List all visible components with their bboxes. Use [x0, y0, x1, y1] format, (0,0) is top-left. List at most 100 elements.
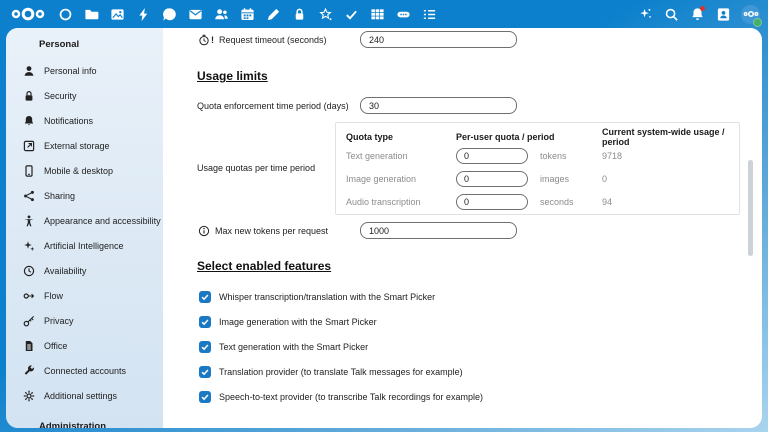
sidebar-item-appearance-accessibility[interactable]: Appearance and accessibility — [6, 208, 163, 233]
tasks-icon[interactable] — [343, 6, 359, 22]
image-generation-checkbox[interactable] — [199, 316, 211, 328]
recognize-star-icon[interactable] — [317, 6, 333, 22]
sidebar-item-connected-accounts[interactable]: Connected accounts — [6, 358, 163, 383]
select-features-heading: Select enabled features — [197, 259, 331, 273]
top-bar-right — [637, 0, 760, 28]
sidebar-item-personal-info[interactable]: Personal info — [6, 58, 163, 83]
sidebar-list: Personal info Security Notifications Ext… — [6, 58, 163, 408]
quota-type-cell: Text generation — [346, 151, 456, 161]
top-bar — [0, 0, 768, 28]
quota-type-cell: Image generation — [346, 174, 456, 184]
sidebar-item-label: Flow — [44, 291, 63, 301]
notification-badge — [700, 6, 705, 11]
sidebar-item-label: Artificial Intelligence — [44, 241, 124, 251]
dashboard-icon[interactable] — [57, 6, 73, 22]
sidebar-section-personal: Personal — [6, 36, 163, 52]
col-quota-type: Quota type — [346, 132, 456, 142]
sidebar-item-artificial-intelligence[interactable]: Artificial Intelligence — [6, 233, 163, 258]
sidebar-item-notifications[interactable]: Notifications — [6, 108, 163, 133]
accessibility-icon — [23, 215, 35, 227]
contacts-menu-icon[interactable] — [715, 6, 731, 22]
sidebar-item-label: Privacy — [44, 316, 74, 326]
sidebar-item-label: Mobile & desktop — [44, 166, 113, 176]
mail-icon[interactable] — [187, 6, 203, 22]
sidebar-item-external-storage[interactable]: External storage — [6, 133, 163, 158]
clock-icon — [23, 265, 35, 277]
max-tokens-label-row: Max new tokens per request — [197, 222, 328, 240]
talk-icon[interactable] — [161, 6, 177, 22]
quota-unit-cell: images — [540, 174, 602, 184]
settings-window: Personal Personal info Security Notifica… — [6, 28, 762, 428]
activity-icon[interactable] — [135, 6, 151, 22]
sidebar-item-availability[interactable]: Availability — [6, 258, 163, 283]
sidebar-item-label: Office — [44, 341, 67, 351]
document-icon — [23, 340, 35, 352]
sidebar-item-additional-settings[interactable]: Additional settings — [6, 383, 163, 408]
key-icon — [23, 315, 35, 327]
table-row: Image generation images 0 — [346, 167, 729, 190]
sidebar-item-flow[interactable]: Flow — [6, 283, 163, 308]
vertical-scrollbar-thumb[interactable] — [748, 160, 753, 256]
sidebar-item-label: Appearance and accessibility — [44, 216, 161, 226]
speech-to-text-checkbox[interactable] — [199, 391, 211, 403]
quota-table-header: Quota type Per-user quota / period Curre… — [346, 127, 729, 144]
quota-table: Quota type Per-user quota / period Curre… — [335, 122, 740, 215]
audio-transcription-quota-input[interactable] — [456, 194, 528, 210]
translation-provider-checkbox[interactable] — [199, 366, 211, 378]
sidebar-item-label: Personal info — [44, 66, 97, 76]
contacts-icon[interactable] — [213, 6, 229, 22]
tables-icon[interactable] — [369, 6, 385, 22]
sidebar-item-label: Security — [44, 91, 77, 101]
external-links-icon[interactable] — [395, 6, 411, 22]
feature-speech-to-text: Speech-to-text provider (to transcribe T… — [199, 390, 483, 404]
files-icon[interactable] — [83, 6, 99, 22]
whisper-checkbox[interactable] — [199, 291, 211, 303]
calendar-icon[interactable] — [239, 6, 255, 22]
sidebar-item-label: Notifications — [44, 116, 93, 126]
sidebar-item-privacy[interactable]: Privacy — [6, 308, 163, 333]
app-menu — [57, 6, 437, 22]
max-tokens-input[interactable] — [360, 222, 517, 239]
status-online-dot — [753, 18, 762, 27]
quota-period-label-row: Quota enforcement time period (days) — [197, 97, 349, 115]
sidebar-item-sharing[interactable]: Sharing — [6, 183, 163, 208]
feature-label: Text generation with the Smart Picker — [219, 342, 368, 352]
quota-period-label: Quota enforcement time period (days) — [197, 101, 349, 111]
request-timeout-label: Request timeout (seconds) — [219, 35, 327, 45]
max-tokens-label: Max new tokens per request — [215, 226, 328, 236]
quota-usage-cell: 9718 — [602, 151, 729, 161]
settings-sidebar: Personal Personal info Security Notifica… — [6, 28, 163, 428]
forms-icon[interactable] — [421, 6, 437, 22]
quota-unit-cell: tokens — [540, 151, 602, 161]
nextcloud-logo[interactable] — [10, 6, 46, 22]
magic-sparkle-icon[interactable] — [637, 6, 653, 22]
timer-alert-icon — [197, 34, 210, 47]
text-generation-checkbox[interactable] — [199, 341, 211, 353]
quota-period-input[interactable] — [360, 97, 517, 114]
passwords-icon[interactable] — [291, 6, 307, 22]
text-generation-quota-input[interactable] — [456, 148, 528, 164]
sidebar-item-security[interactable]: Security — [6, 83, 163, 108]
usage-quotas-label: Usage quotas per time period — [197, 159, 315, 177]
request-timeout-label-row: ! Request timeout (seconds) — [197, 31, 327, 49]
sidebar-item-mobile-desktop[interactable]: Mobile & desktop — [6, 158, 163, 183]
notifications-bell-icon[interactable] — [689, 6, 705, 22]
sidebar-item-office[interactable]: Office — [6, 333, 163, 358]
feature-image-generation: Image generation with the Smart Picker — [199, 315, 377, 329]
feature-text-generation: Text generation with the Smart Picker — [199, 340, 368, 354]
notes-icon[interactable] — [265, 6, 281, 22]
search-icon[interactable] — [663, 6, 679, 22]
feature-label: Whisper transcription/translation with t… — [219, 292, 435, 302]
photos-icon[interactable] — [109, 6, 125, 22]
sidebar-section-administration: Administration — [6, 418, 163, 428]
quota-type-cell: Audio transcription — [346, 197, 456, 207]
col-per-user-quota: Per-user quota / period — [456, 132, 602, 142]
avatar[interactable] — [741, 5, 760, 24]
quota-usage-cell: 0 — [602, 174, 729, 184]
request-timeout-input[interactable] — [360, 31, 517, 48]
wrench-icon — [23, 365, 35, 377]
image-generation-quota-input[interactable] — [456, 171, 528, 187]
quota-usage-cell: 94 — [602, 197, 729, 207]
bell-icon — [23, 115, 35, 127]
table-row: Audio transcription seconds 94 — [346, 190, 729, 213]
